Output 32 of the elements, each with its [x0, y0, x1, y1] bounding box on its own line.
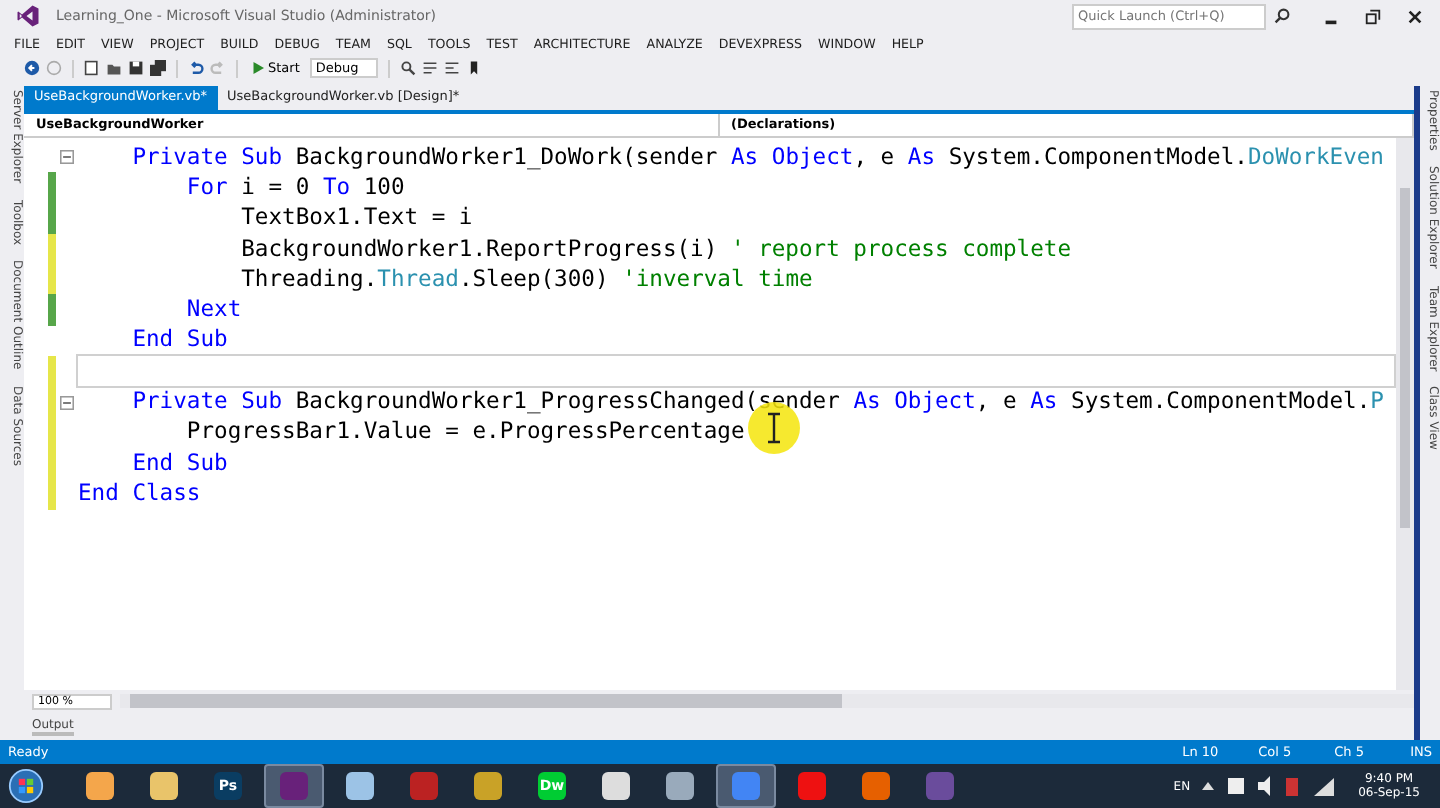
- start-orb-icon[interactable]: [8, 768, 44, 804]
- code-line: End Sub: [130, 326, 228, 355]
- code-line: BackgroundWorker1.ReportProgress(i) ' report process complete: [239, 235, 1072, 264]
- play-icon: [252, 62, 264, 74]
- close-icon[interactable]: [1406, 7, 1424, 25]
- code-line: Private Sub BackgroundWorker1_DoWork(sender As Object, e As System.ComponentModel.DoWorkEven: [130, 143, 1384, 172]
- open-folder-icon[interactable]: [106, 60, 122, 76]
- vertical-scrollbar[interactable]: [1396, 138, 1414, 690]
- uncomment-icon[interactable]: [443, 60, 460, 76]
- find-icon[interactable]: [399, 60, 416, 76]
- undo-icon[interactable]: [188, 60, 204, 76]
- code-line: Next: [184, 296, 242, 325]
- horizontal-scrollbar[interactable]: [120, 694, 1414, 708]
- search-icon: [1274, 8, 1290, 24]
- collapse-icon[interactable]: [59, 395, 73, 410]
- tray-icons-drawing[interactable]: [1198, 774, 1339, 798]
- save-all-icon[interactable]: [150, 60, 166, 76]
- code-line: Threading.Thread.Sleep(300) 'inverval time: [239, 265, 813, 294]
- code-line: For i = 0 To 100: [184, 173, 405, 202]
- new-project-icon[interactable]: [84, 60, 100, 76]
- save-icon[interactable]: [128, 60, 144, 76]
- restore-icon[interactable]: [1364, 7, 1382, 25]
- code-line: TextBox1.Text = i: [239, 204, 473, 233]
- code-line: End Sub: [130, 449, 228, 478]
- bookmark-icon[interactable]: [465, 60, 482, 76]
- back-icon[interactable]: [24, 60, 40, 76]
- visual-studio-logo: [16, 4, 40, 28]
- code-line: End Class: [78, 479, 201, 508]
- code-line: ProgressBar1.Value = e.ProgressPercentage: [184, 418, 745, 447]
- comment-icon[interactable]: [421, 60, 438, 76]
- collapse-icon[interactable]: [59, 150, 73, 165]
- code-line: Private Sub BackgroundWorker1_ProgressChanged(sender As Object, e As System.ComponentModel.P: [130, 388, 1384, 417]
